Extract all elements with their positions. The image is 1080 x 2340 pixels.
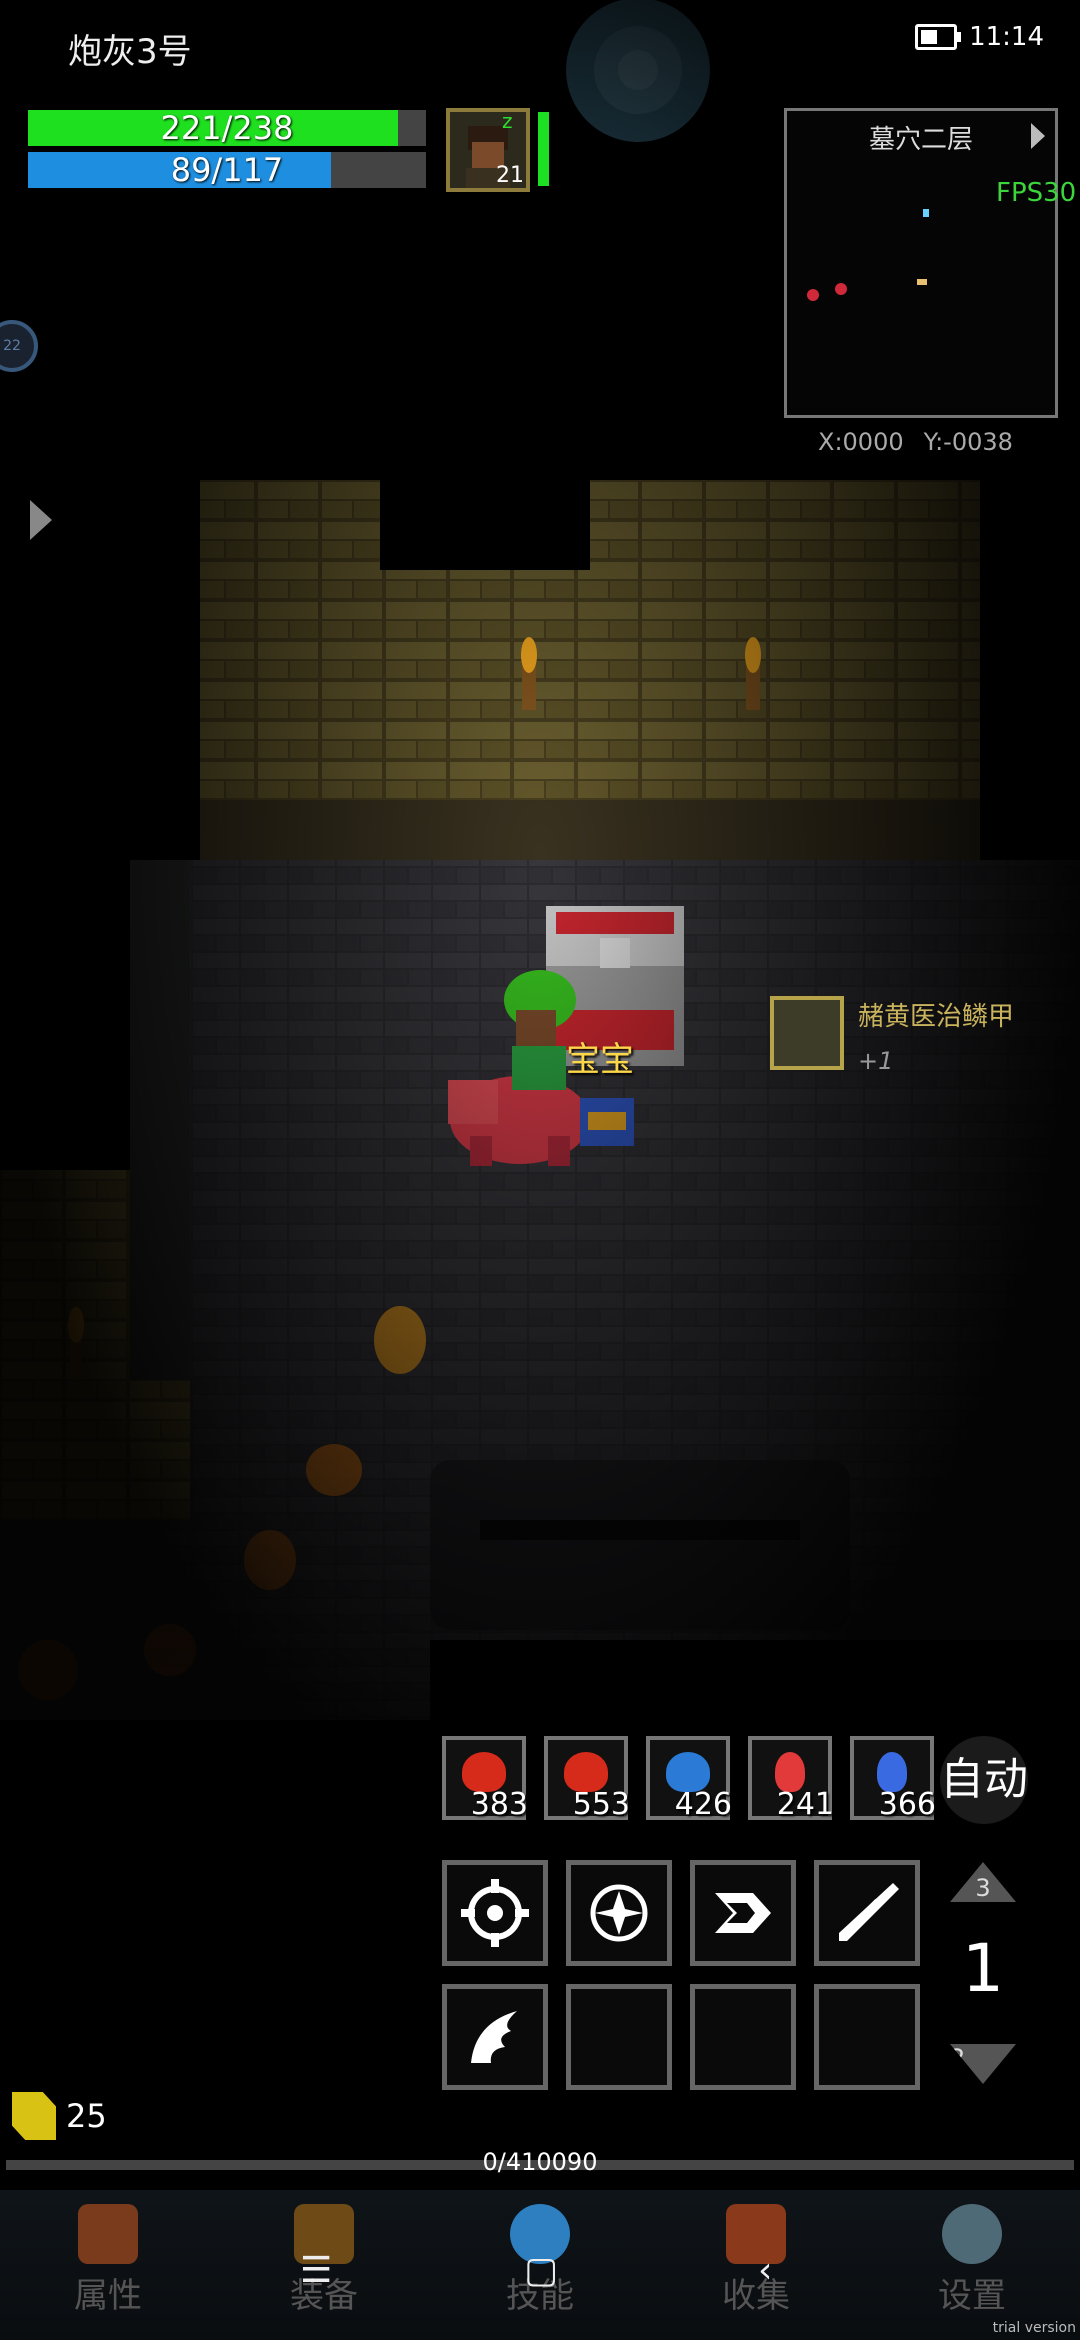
coordinate-readout: X:0000 Y:-0038	[818, 428, 1033, 456]
consumable-slot[interactable]: 241	[748, 1736, 834, 1822]
red-meat-icon	[462, 1752, 506, 1792]
mp-bar: 89/117	[28, 152, 426, 188]
coord-y: Y:-0038	[923, 428, 1013, 456]
gold-value: 25	[66, 2097, 107, 2135]
player-name: 炮灰3号	[68, 32, 192, 72]
hp-bar: 221/238	[28, 110, 426, 146]
hp-text: 221/238	[160, 109, 294, 147]
slash-skill-icon	[839, 1883, 899, 1941]
consumable-slot[interactable]: 553	[544, 1736, 630, 1822]
skill-slot-empty[interactable]	[566, 1984, 672, 2090]
nav-attributes[interactable]: 属性	[0, 2190, 216, 2340]
consumable-bar: 383 553 426 241 366	[442, 1736, 936, 1822]
skill-slot[interactable]	[690, 1860, 796, 1966]
consumable-count: 366	[878, 1787, 936, 1822]
pet-label: 宝宝	[566, 1040, 634, 1080]
loot-drop[interactable]: 赭黄医治鳞甲 +1	[770, 996, 1014, 1075]
clock-time: 11:14	[969, 22, 1044, 52]
battery-icon	[915, 24, 962, 50]
trial-watermark: trial version	[992, 2320, 1076, 2336]
blue-potion-icon	[877, 1752, 907, 1792]
consumable-count: 426	[674, 1787, 732, 1822]
minimap[interactable]: 墓穴二层	[784, 108, 1058, 418]
svg-text:z: z	[502, 112, 513, 133]
nav-label: 收集	[722, 2276, 790, 2316]
gear-icon	[942, 2204, 1002, 2264]
dash-skill-icon	[715, 1893, 771, 1933]
consumable-count: 383	[470, 1787, 528, 1822]
red-potion-icon	[775, 1752, 805, 1792]
skill-slot[interactable]	[442, 1984, 548, 2090]
gold-counter: 25	[12, 2092, 107, 2140]
nav-label: 设置	[938, 2276, 1006, 2316]
helmet-icon	[78, 2204, 138, 2264]
skill-page-number: 1	[962, 1930, 1004, 2007]
gold-icon	[12, 2092, 56, 2140]
blue-meat-icon	[666, 1752, 710, 1792]
skill-slot-empty[interactable]	[814, 1984, 920, 2090]
consumable-slot[interactable]: 366	[850, 1736, 936, 1822]
red-meat-icon	[564, 1752, 608, 1792]
expand-arrow-icon[interactable]	[30, 500, 52, 540]
character-portrait[interactable]: z 21	[446, 108, 530, 192]
skill-slot-empty[interactable]	[690, 1984, 796, 2090]
character-level: 21	[496, 163, 524, 188]
loot-name: 赭黄医治鳞甲	[858, 1002, 1015, 1032]
loot-enchant: +1	[858, 1047, 894, 1075]
portrait-gauge	[538, 112, 549, 186]
nav-settings[interactable]: 设置	[864, 2190, 1080, 2340]
system-menu-button[interactable]: ☰	[300, 2250, 332, 2291]
auto-button[interactable]: 自动	[940, 1736, 1028, 1824]
nav-label: 属性	[74, 2276, 142, 2316]
experience-text: 0/410090	[482, 2148, 598, 2176]
coord-x: X:0000	[818, 428, 904, 456]
skill-slot[interactable]	[814, 1860, 920, 1966]
target-skill-icon	[461, 1879, 529, 1947]
skill-slot[interactable]	[442, 1860, 548, 1966]
system-back-button[interactable]: ‹	[758, 2250, 772, 2291]
consumable-count: 241	[776, 1787, 834, 1822]
consumable-count: 553	[572, 1787, 630, 1822]
consumable-slot[interactable]: 426	[646, 1736, 732, 1822]
wing-skill-icon	[471, 2011, 517, 2063]
consumable-slot[interactable]: 383	[442, 1736, 528, 1822]
system-home-button[interactable]: ▢	[524, 2250, 558, 2291]
armor-icon	[770, 996, 844, 1070]
minimap-markers	[807, 209, 929, 301]
skill-grid	[442, 1860, 920, 2090]
skill-slot[interactable]	[566, 1860, 672, 1966]
status-bar: 11:14	[915, 22, 1044, 52]
book-icon	[726, 2204, 786, 2264]
fps-counter: FPS30	[996, 178, 1077, 208]
mp-text: 89/117	[170, 151, 284, 189]
nav-collection[interactable]: 收集	[648, 2190, 864, 2340]
burst-skill-icon	[590, 1884, 648, 1942]
